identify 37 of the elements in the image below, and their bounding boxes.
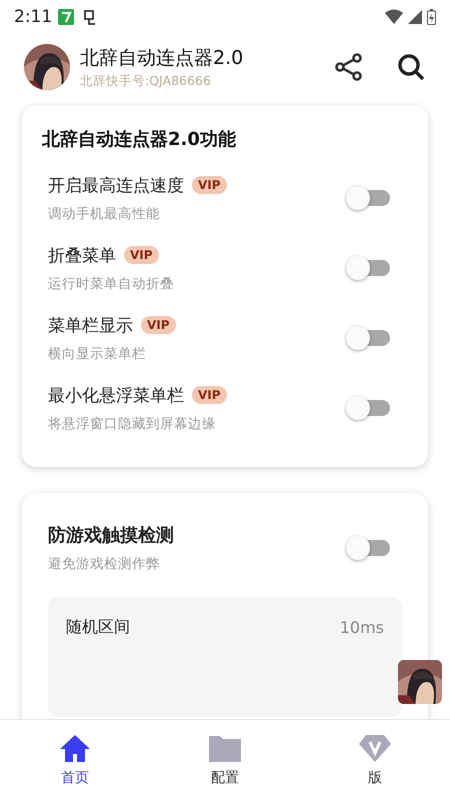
nav-tab[interactable]: 首页 — [0, 720, 150, 800]
setting-value: 10ms — [340, 618, 384, 636]
status-time: 2:11 — [14, 7, 52, 27]
setting-label: 随机区间 — [66, 616, 131, 638]
setting-description: 运行时菜单自动折叠 — [48, 274, 175, 292]
toggle-switch[interactable] — [346, 326, 390, 350]
setting-label: 开启最高连点速度 — [48, 174, 184, 196]
toggle-switch[interactable] — [346, 536, 390, 560]
setting-description: 将悬浮窗口隐藏到屏幕边缘 — [48, 414, 217, 432]
toggle-switch[interactable] — [346, 256, 390, 280]
home-icon — [58, 733, 92, 763]
setting-description: 避免游戏检测作弊 — [48, 555, 161, 573]
toggle-switch[interactable] — [346, 396, 390, 420]
share-icon[interactable] — [334, 52, 364, 82]
setting-description: 调动手机最高性能 — [48, 204, 161, 222]
diamond-icon — [358, 733, 392, 763]
battery-icon — [427, 9, 436, 25]
vip-badge: VIP — [141, 316, 176, 334]
app-notification-icon — [58, 9, 74, 25]
nav-tab[interactable]: 配置 — [150, 720, 300, 800]
vip-badge: VIP — [192, 386, 227, 404]
setting-label: 菜单栏显示 — [48, 314, 133, 336]
card-title: 北辞自动连点器2.0功能 — [42, 128, 237, 151]
setting-label: 折叠菜单 — [48, 244, 116, 266]
app-subtitle: 北辞快手号:QJA86666 — [80, 72, 212, 90]
vip-badge: VIP — [192, 176, 227, 194]
vip-badge: VIP — [124, 246, 159, 264]
wifi-icon — [385, 9, 403, 25]
card-title: 防游戏触摸检测 — [48, 524, 175, 547]
folder-icon — [208, 733, 242, 763]
toggle-switch[interactable] — [346, 186, 390, 210]
signal-icon — [408, 10, 422, 24]
search-icon[interactable] — [396, 52, 426, 82]
nav-tab[interactable]: 版 — [300, 720, 450, 800]
setting-description: 横向显示菜单栏 — [48, 344, 147, 362]
setting-label: 最小化悬浮菜单栏 — [48, 384, 184, 406]
app-title: 北辞自动连点器2.0 — [80, 46, 244, 70]
